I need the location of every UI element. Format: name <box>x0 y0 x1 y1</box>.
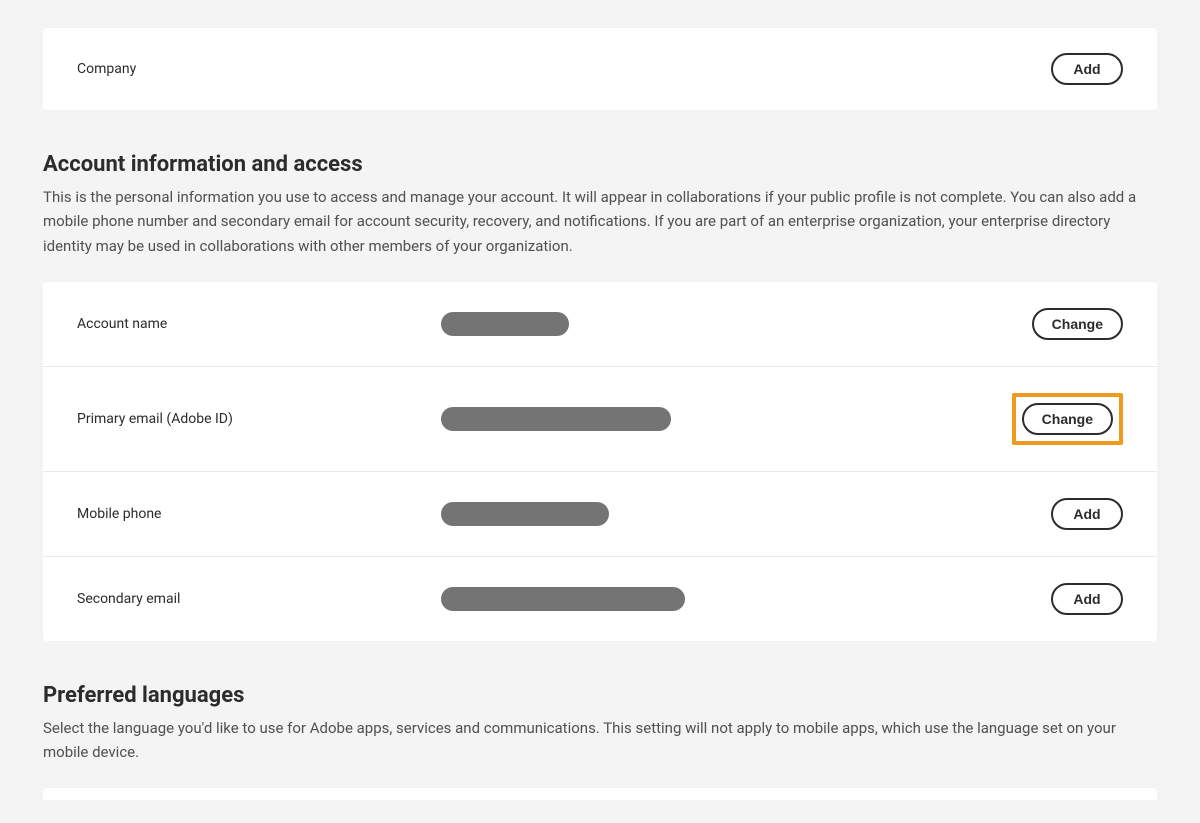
preferred-languages-card <box>43 788 1157 800</box>
account-name-change-button[interactable]: Change <box>1032 308 1123 340</box>
primary-email-value <box>441 407 1012 431</box>
redacted-value <box>441 587 685 611</box>
company-label: Company <box>77 61 136 77</box>
mobile-phone-value <box>441 502 1051 526</box>
primary-email-label: Primary email (Adobe ID) <box>77 411 441 427</box>
mobile-phone-label: Mobile phone <box>77 506 441 522</box>
preferred-languages-description: Select the language you'd like to use fo… <box>43 716 1157 765</box>
primary-email-change-highlight: Change <box>1012 393 1123 445</box>
account-info-title: Account information and access <box>43 152 1157 177</box>
mobile-phone-row: Mobile phone Add <box>43 472 1157 557</box>
preferred-languages-title: Preferred languages <box>43 683 1157 708</box>
account-name-value <box>441 312 1032 336</box>
secondary-email-row: Secondary email Add <box>43 557 1157 641</box>
primary-email-row: Primary email (Adobe ID) Change <box>43 367 1157 472</box>
primary-email-change-button[interactable]: Change <box>1022 403 1113 435</box>
redacted-value <box>441 502 609 526</box>
account-name-row: Account name Change <box>43 282 1157 367</box>
company-add-button[interactable]: Add <box>1051 53 1123 85</box>
redacted-value <box>441 312 569 336</box>
account-info-description: This is the personal information you use… <box>43 185 1157 258</box>
secondary-email-add-button[interactable]: Add <box>1051 583 1123 615</box>
secondary-email-label: Secondary email <box>77 591 441 607</box>
mobile-phone-add-button[interactable]: Add <box>1051 498 1123 530</box>
secondary-email-value <box>441 587 1051 611</box>
account-name-label: Account name <box>77 316 441 332</box>
redacted-value <box>441 407 671 431</box>
company-card: Company Add <box>43 28 1157 110</box>
account-info-list: Account name Change Primary email (Adobe… <box>43 282 1157 641</box>
